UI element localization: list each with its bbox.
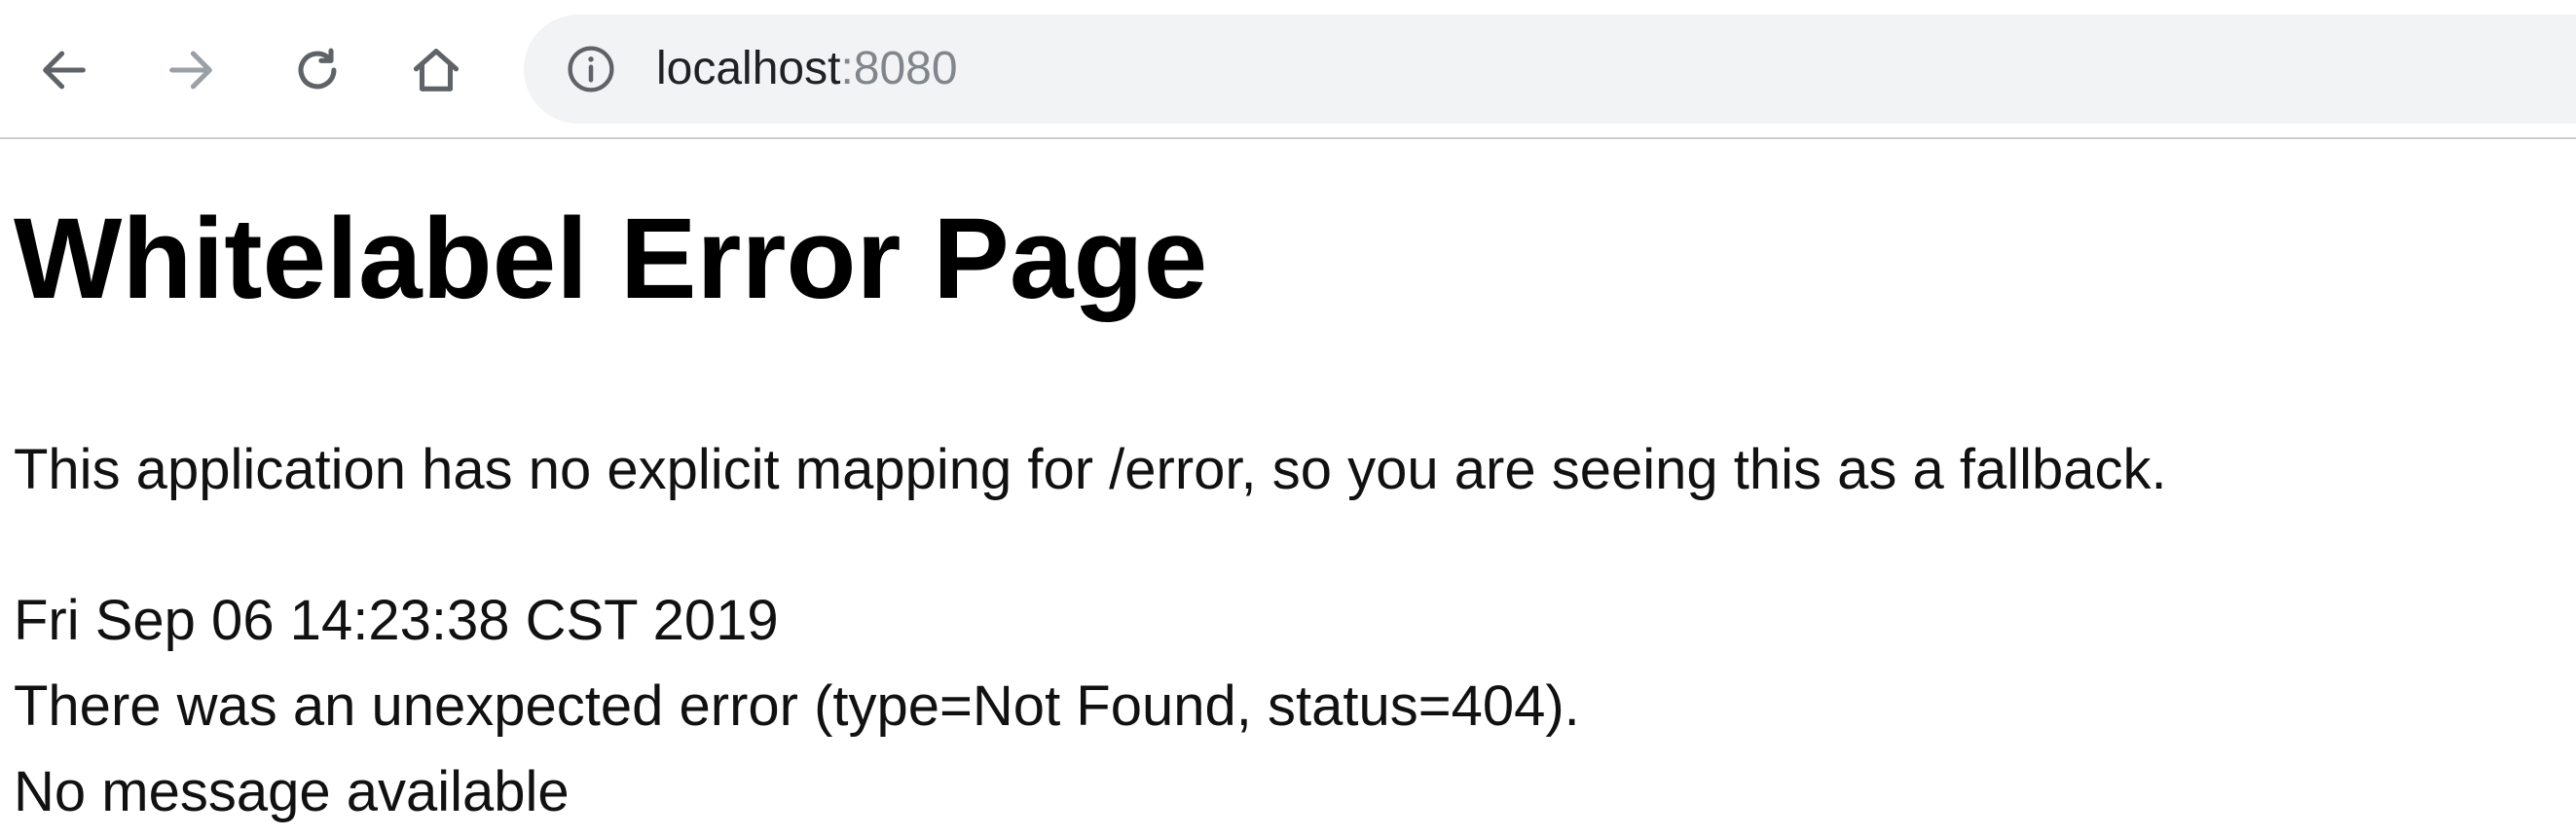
reload-button[interactable] — [269, 21, 366, 119]
arrow-left-icon — [43, 51, 86, 90]
arrow-right-icon — [169, 51, 212, 90]
reload-icon — [298, 48, 337, 90]
forward-button[interactable] — [142, 21, 239, 119]
address-bar[interactable]: localhost:8080 — [524, 15, 2576, 124]
url-host: localhost — [656, 43, 841, 94]
url-text[interactable]: localhost:8080 — [656, 44, 958, 94]
browser-toolbar: localhost:8080 — [0, 0, 2576, 139]
error-explanation: This application has no explicit mapping… — [14, 438, 2167, 501]
back-button[interactable] — [16, 21, 113, 119]
error-detail: There was an unexpected error (type=Not … — [14, 674, 1580, 738]
url-port: :8080 — [840, 43, 958, 94]
home-icon — [413, 49, 460, 91]
page-title: Whitelabel Error Page — [14, 195, 1208, 323]
info-icon[interactable] — [565, 43, 617, 95]
home-button[interactable] — [387, 21, 485, 119]
error-timestamp: Fri Sep 06 14:23:38 CST 2019 — [14, 589, 779, 652]
error-message: No message available — [14, 760, 570, 823]
